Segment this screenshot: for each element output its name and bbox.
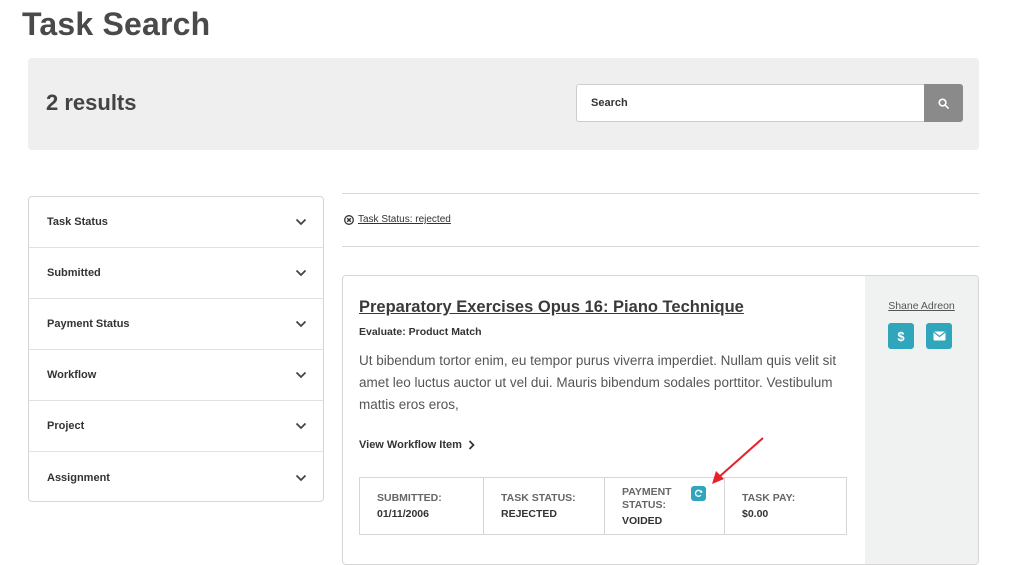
results-count: 2 results (46, 90, 137, 115)
filter-assignment[interactable]: Assignment (29, 452, 323, 503)
chevron-down-icon (295, 320, 307, 328)
divider (342, 193, 979, 194)
filter-label: Task Status (47, 216, 108, 228)
view-workflow-link[interactable]: View Workflow Item (359, 439, 475, 451)
task-status-cell: TASK STATUS: REJECTED (484, 478, 605, 534)
annotation-arrow (712, 437, 764, 484)
task-card: Preparatory Exercises Opus 16: Piano Tec… (342, 275, 979, 565)
close-circle-icon[interactable] (344, 214, 354, 225)
search-box (576, 84, 963, 124)
search-icon (938, 97, 949, 109)
task-pay-value: $0.00 (742, 508, 769, 520)
chevron-down-icon (295, 218, 307, 226)
filter-payment-status[interactable]: Payment Status (29, 299, 323, 350)
task-description: Ut bibendum tortor enim, eu tempor purus… (359, 353, 837, 412)
filter-label: Project (47, 420, 85, 432)
chevron-down-icon (295, 371, 307, 379)
chevron-right-icon (468, 440, 475, 450)
filter-label: Submitted (47, 267, 101, 279)
divider (342, 246, 979, 247)
search-input[interactable] (576, 84, 924, 122)
search-button[interactable] (924, 84, 963, 122)
submitted-cell: SUBMITTED: 01/11/2006 (360, 478, 484, 534)
message-button[interactable] (926, 323, 952, 349)
active-filter-chip[interactable]: Task Status: rejected (344, 214, 451, 225)
chevron-down-icon (295, 422, 307, 430)
filter-label: Assignment (47, 471, 110, 484)
page-title: Task Search (22, 6, 211, 42)
submitted-label: SUBMITTED: (377, 492, 442, 504)
task-status-value: REJECTED (501, 508, 558, 520)
chevron-down-icon (295, 474, 307, 481)
task-subtitle: Evaluate: Product Match (359, 326, 482, 338)
filter-label: Payment Status (47, 318, 130, 330)
payment-status-value: VOIDED (622, 515, 663, 527)
active-filter-label: Task Status: rejected (358, 214, 451, 225)
task-info-table: SUBMITTED: 01/11/2006 TASK STATUS: REJEC… (359, 477, 847, 535)
dollar-icon: $ (897, 328, 905, 344)
payment-status-label: PAYMENT STATUS: (622, 486, 672, 511)
filter-panel: Task Status Submitted Payment Status Wor… (28, 196, 324, 502)
filter-workflow[interactable]: Workflow (29, 350, 323, 401)
filter-task-status[interactable]: Task Status (29, 197, 323, 248)
task-title-link[interactable]: Preparatory Exercises Opus 16: Piano Tec… (359, 298, 744, 317)
envelope-icon (932, 331, 946, 341)
task-pay-label: TASK PAY: (742, 492, 796, 504)
chevron-down-icon (295, 269, 307, 277)
filter-project[interactable]: Project (29, 401, 323, 452)
filter-label: Workflow (47, 369, 97, 381)
assignee-link[interactable]: Shane Adreon (865, 300, 978, 312)
task-status-label: TASK STATUS: (501, 492, 576, 504)
results-bar: 2 results (28, 58, 979, 150)
submitted-value: 01/11/2006 (377, 508, 429, 520)
view-workflow-label: View Workflow Item (359, 439, 462, 451)
filter-submitted[interactable]: Submitted (29, 248, 323, 299)
task-card-sidebar: Shane Adreon $ (865, 276, 978, 564)
payment-button[interactable]: $ (888, 323, 914, 349)
